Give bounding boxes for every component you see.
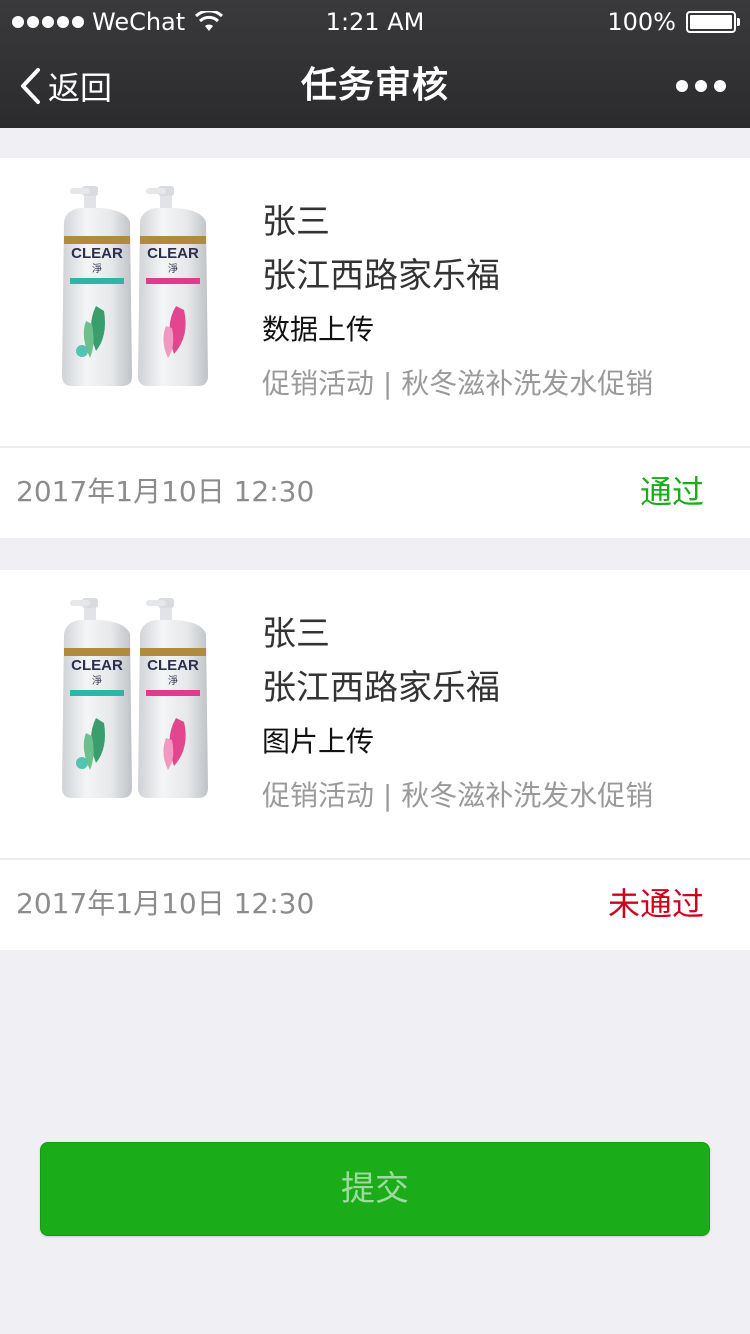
task-description: 促销活动 | 秋冬滋补洗发水促销	[262, 779, 654, 812]
store-name: 张江西路家乐福	[262, 256, 500, 296]
store-name: 张江西路家乐福	[262, 668, 500, 708]
submitter-name: 张三	[262, 202, 330, 242]
task-card[interactable]: 张三 张江西路家乐福 图片上传 促销活动 | 秋冬滋补洗发水促销 2017年1月…	[0, 570, 750, 950]
product-image	[62, 598, 208, 798]
submit-button[interactable]: 提交	[40, 1142, 710, 1236]
task-datetime: 2017年1月10日 12:30	[16, 475, 315, 508]
task-card[interactable]: 张三 张江西路家乐福 数据上传 促销活动 | 秋冬滋补洗发水促销 2017年1月…	[0, 158, 750, 538]
battery-percent: 100%	[607, 8, 676, 36]
more-dots-icon[interactable]	[676, 44, 726, 128]
review-status[interactable]: 未通过	[608, 860, 704, 948]
task-datetime: 2017年1月10日 12:30	[16, 887, 315, 920]
review-status[interactable]: 通过	[640, 448, 704, 536]
product-image	[62, 186, 208, 386]
status-bar: WeChat 1:21 AM 100%	[0, 0, 750, 44]
navigation-bar: 返回 任务审核	[0, 44, 750, 128]
battery-icon	[686, 11, 740, 33]
task-type: 图片上传	[262, 725, 375, 758]
top-bar: WeChat 1:21 AM 100% 返回 任务审核	[0, 0, 750, 128]
task-type: 数据上传	[262, 313, 375, 346]
submitter-name: 张三	[262, 614, 330, 654]
page-title: 任务审核	[300, 65, 449, 106]
task-description: 促销活动 | 秋冬滋补洗发水促销	[262, 367, 654, 400]
